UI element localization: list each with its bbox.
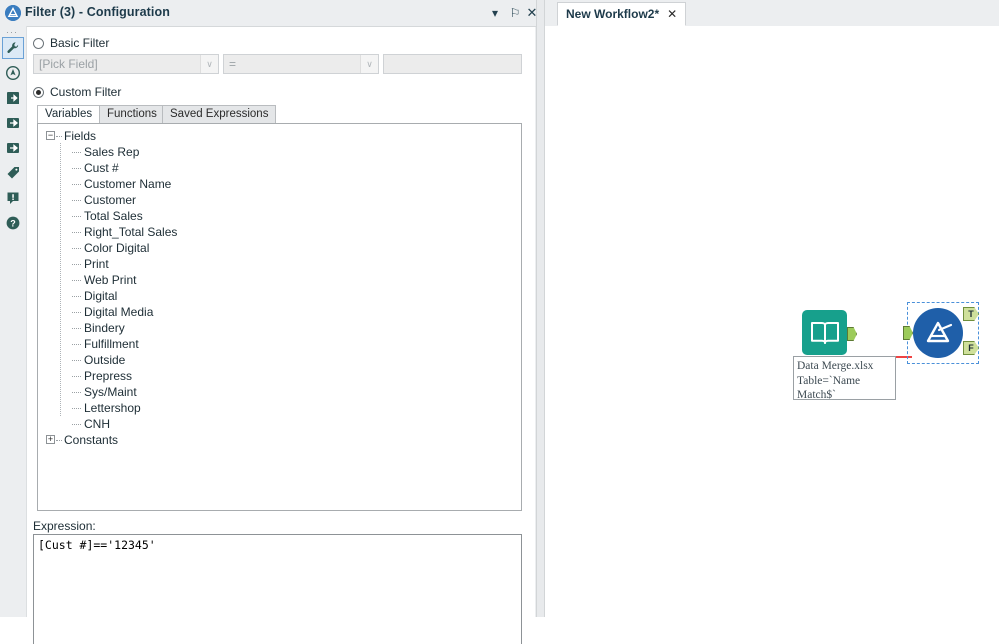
pin-icon[interactable]: ⚐ bbox=[507, 5, 523, 21]
expression-label: Expression: bbox=[33, 519, 96, 533]
expression-text: [Cust #]=='12345' bbox=[38, 538, 156, 552]
configuration-body: Basic Filter [Pick Field] ∨ = ∨ Custom F… bbox=[27, 27, 535, 644]
alteryx-logo-icon bbox=[5, 5, 21, 21]
field-label[interactable]: Lettershop bbox=[84, 400, 141, 416]
field-label[interactable]: Bindery bbox=[84, 320, 125, 336]
pick-field-dropdown[interactable]: [Pick Field] ∨ bbox=[33, 54, 219, 74]
workflow-tabbar: New Workflow2* ✕ bbox=[545, 0, 999, 27]
funnel-icon bbox=[913, 308, 963, 358]
tab-saved-expressions[interactable]: Saved Expressions bbox=[162, 105, 277, 123]
node-annotation: Data Merge.xlsx Table=`Name Match$` bbox=[793, 356, 896, 400]
field-label[interactable]: Right_Total Sales bbox=[84, 224, 177, 240]
field-label[interactable]: Sales Rep bbox=[84, 144, 139, 160]
basic-filter-radio-dot bbox=[33, 37, 44, 49]
tag-icon[interactable] bbox=[2, 162, 24, 184]
workflow-canvas[interactable]: T F Data Merge.xlsx Table=`Name Match$` bbox=[545, 26, 999, 617]
variables-tree[interactable]: − Fields Sales Rep Cust # Customer Name … bbox=[37, 123, 522, 511]
open-book-icon bbox=[802, 310, 847, 355]
svg-text:?: ? bbox=[10, 219, 16, 229]
panel-splitter[interactable] bbox=[536, 0, 545, 617]
tree-connector bbox=[56, 136, 62, 137]
input-data-node[interactable] bbox=[802, 310, 857, 355]
compass-icon[interactable] bbox=[2, 62, 24, 84]
field-label[interactable]: Digital Media bbox=[84, 304, 153, 320]
tab-new-workflow2[interactable]: New Workflow2* ✕ bbox=[557, 2, 687, 26]
canvas-area: New Workflow2* ✕ T F Data Merge.xlsx Tab… bbox=[545, 0, 999, 617]
output-connector[interactable] bbox=[847, 327, 857, 341]
chevron-down-icon[interactable]: ▾ bbox=[487, 5, 503, 21]
help-icon[interactable]: ? bbox=[2, 212, 24, 234]
custom-filter-radio-dot bbox=[33, 86, 44, 98]
tree-node-fields-label: Fields bbox=[64, 129, 97, 143]
filter-value-input[interactable] bbox=[383, 54, 522, 74]
close-icon[interactable]: ✕ bbox=[667, 7, 677, 21]
operator-value: = bbox=[229, 57, 237, 71]
field-label[interactable]: Fulfillment bbox=[84, 336, 139, 352]
tree-connector bbox=[56, 440, 62, 441]
field-label[interactable]: Prepress bbox=[84, 368, 132, 384]
input-box-icon[interactable] bbox=[2, 87, 24, 109]
app-root: Filter (3) - Configuration ▾ ⚐ ✕ ··· ? B… bbox=[0, 0, 999, 644]
custom-filter-label: Custom Filter bbox=[50, 85, 122, 99]
filter-node[interactable]: T F bbox=[903, 307, 979, 358]
chevron-down-icon: ∨ bbox=[360, 55, 378, 73]
expand-icon[interactable]: + bbox=[46, 435, 55, 444]
custom-filter-radio[interactable]: Custom Filter bbox=[33, 85, 121, 99]
tool-icon-rail: ··· ? bbox=[0, 26, 27, 617]
basic-filter-radio[interactable]: Basic Filter bbox=[33, 36, 109, 50]
chevron-down-icon: ∨ bbox=[200, 55, 218, 73]
collapse-icon[interactable]: − bbox=[46, 131, 55, 140]
wrench-icon[interactable] bbox=[2, 37, 24, 59]
field-label[interactable]: Customer Name bbox=[84, 176, 171, 192]
field-label[interactable]: Total Sales bbox=[84, 208, 143, 224]
config-titlebar: Filter (3) - Configuration ▾ ⚐ ✕ bbox=[0, 0, 537, 27]
field-label[interactable]: Sys/Maint bbox=[84, 384, 137, 400]
tree-node-constants-label: Constants bbox=[64, 433, 119, 447]
output-arrow-icon[interactable] bbox=[2, 112, 24, 134]
field-label[interactable]: Outside bbox=[84, 352, 125, 368]
configuration-panel: Filter (3) - Configuration ▾ ⚐ ✕ ··· ? B… bbox=[0, 0, 537, 644]
tab-variables[interactable]: Variables bbox=[37, 105, 101, 123]
output-arrow2-icon[interactable] bbox=[2, 137, 24, 159]
pick-field-value: [Pick Field] bbox=[39, 57, 98, 71]
config-title: Filter (3) - Configuration bbox=[25, 5, 170, 19]
rail-grip[interactable]: ··· bbox=[6, 28, 18, 37]
field-label[interactable]: Color Digital bbox=[84, 240, 149, 256]
tab-functions[interactable]: Functions bbox=[99, 105, 165, 123]
field-label[interactable]: Cust # bbox=[84, 160, 119, 176]
field-label[interactable]: Customer bbox=[84, 192, 136, 208]
workflow-tab-label: New Workflow2* bbox=[566, 7, 660, 21]
alert-icon[interactable] bbox=[2, 187, 24, 209]
field-label[interactable]: Print bbox=[84, 256, 109, 272]
operator-dropdown[interactable]: = ∨ bbox=[223, 54, 379, 74]
field-label[interactable]: Digital bbox=[84, 288, 117, 304]
field-label[interactable]: Web Print bbox=[84, 272, 136, 288]
field-label[interactable]: CNH bbox=[84, 416, 110, 432]
expression-input[interactable]: [Cust #]=='12345' bbox=[33, 534, 522, 644]
basic-filter-label: Basic Filter bbox=[50, 36, 110, 50]
